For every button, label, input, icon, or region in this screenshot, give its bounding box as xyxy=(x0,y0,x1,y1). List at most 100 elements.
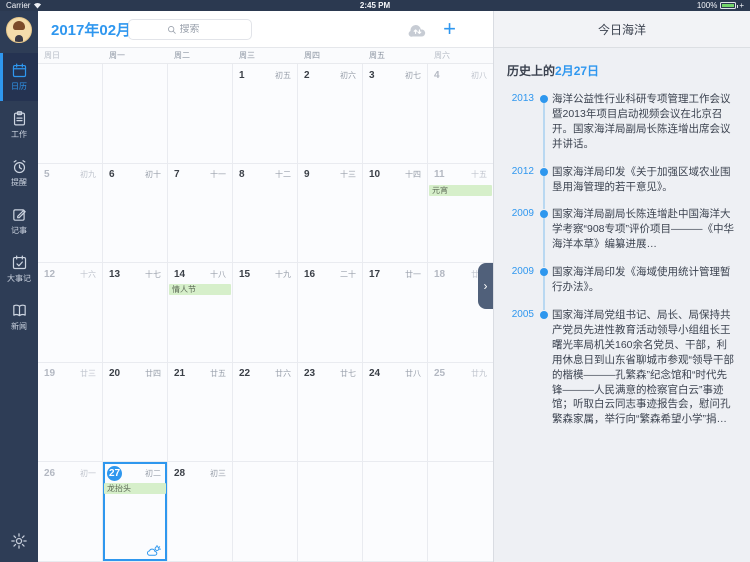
weekday-label: 周三 xyxy=(239,51,255,60)
sidebar-item-3[interactable]: 提醒 xyxy=(0,149,38,197)
calendar-cell[interactable]: 17 廿一 xyxy=(363,263,428,363)
timeline-dot-icon xyxy=(540,310,548,319)
cell-top: 28 初三 xyxy=(168,465,232,481)
alarm-icon xyxy=(11,158,28,175)
calendar-cell[interactable]: 13 十七 xyxy=(103,263,168,363)
weekday-label: 周二 xyxy=(174,51,190,60)
calendar-cell[interactable]: 11 十五 元宵 xyxy=(428,163,493,264)
calendar-cell[interactable] xyxy=(298,462,363,562)
cell-top: 21 廿五 xyxy=(168,366,232,382)
calendar-cell[interactable]: 2 初六 xyxy=(298,64,363,164)
calendar-cell[interactable]: 4 初八 xyxy=(428,64,493,164)
cell-top xyxy=(103,67,167,83)
panel-toggle-handle[interactable]: › xyxy=(478,263,493,309)
calendar-cell[interactable] xyxy=(363,462,428,562)
calendar-cell[interactable]: 14 十八 情人节 xyxy=(168,263,233,363)
cell-day-number: 6 xyxy=(109,169,115,181)
calendar-cell[interactable]: 3 初七 xyxy=(363,64,428,164)
add-event-button[interactable]: + xyxy=(443,18,456,40)
panel-body: 历史上的2月27日 2013 海洋公益性行业科研专项管理工作会议暨2013年项目… xyxy=(494,48,750,452)
event-pill[interactable]: 情人节 xyxy=(169,284,231,296)
history-event[interactable]: 2013 海洋公益性行业科研专项管理工作会议暨2013年项目启动视频会议在北京召… xyxy=(507,92,737,167)
cell-top: 5 初九 xyxy=(38,167,102,183)
history-event-year: 2005 xyxy=(511,308,534,320)
cell-day-number: 24 xyxy=(369,368,381,380)
search-box[interactable] xyxy=(128,19,252,40)
cell-lunar-label: 廿八 xyxy=(405,369,421,379)
calendar-cell[interactable]: 12 十六 xyxy=(38,263,103,363)
history-event-text: 国家海洋局印发《关于加强区域农业围垦用海管理的若干意见》。 xyxy=(552,165,731,193)
calendar-cell[interactable]: 9 十三 xyxy=(298,163,363,264)
status-time: 2:45 PM xyxy=(359,1,391,10)
calendar-cell[interactable] xyxy=(428,462,493,562)
timeline-dot-icon xyxy=(540,210,548,219)
cell-lunar-label: 廿九 xyxy=(471,369,487,379)
cell-day-number: 22 xyxy=(239,368,251,380)
calendar-cell[interactable]: 5 初九 xyxy=(38,163,103,264)
cell-top: 27 初二 xyxy=(103,465,167,481)
calendar-cell[interactable]: 25 廿九 xyxy=(428,362,493,463)
sidebar-item-1[interactable]: 日历 xyxy=(0,53,38,101)
calendar-cell[interactable]: 6 初十 xyxy=(103,163,168,264)
cell-top xyxy=(363,465,427,481)
sidebar-item-5[interactable]: 大事记 xyxy=(0,245,38,293)
calendar-cell[interactable]: 1 初五 xyxy=(233,64,298,164)
calendar-cell[interactable]: 28 初三 xyxy=(168,462,233,562)
cell-day-number: 1 xyxy=(239,69,245,81)
calendar-cell[interactable]: 8 十二 xyxy=(233,163,298,264)
calendar-cell[interactable]: 20 廿四 xyxy=(103,362,168,463)
cell-top xyxy=(298,465,362,481)
gear-icon[interactable] xyxy=(10,532,28,550)
event-pill[interactable]: 龙抬头 xyxy=(104,483,166,495)
sidebar-nav: 日历 工作 提醒 记事 大事记 新闻 xyxy=(0,53,38,341)
history-event[interactable]: 2009 国家海洋局印发《海域使用统计管理暂行办法》。 xyxy=(507,265,737,310)
weekday-label: 周六 xyxy=(434,51,450,60)
calendar-cell[interactable]: 23 廿七 xyxy=(298,362,363,463)
cell-top xyxy=(428,465,493,481)
cell-day-number: 12 xyxy=(44,268,56,280)
calendar-cell[interactable]: 7 十一 xyxy=(168,163,233,264)
cell-top: 19 廿三 xyxy=(38,366,102,382)
cell-top: 8 十二 xyxy=(233,167,297,183)
app-screen: Carrier 2:45 PM 100% + 日历 工作 提醒 记事 大事记 新… xyxy=(0,0,750,562)
calendar-cell[interactable]: 24 廿八 xyxy=(363,362,428,463)
cell-day-number: 11 xyxy=(434,169,445,181)
calendar-cell[interactable] xyxy=(38,64,103,164)
cell-day-number: 16 xyxy=(304,268,316,280)
search-icon xyxy=(167,25,176,34)
calendar-cell[interactable] xyxy=(103,64,168,164)
search-input[interactable] xyxy=(179,24,214,35)
cell-day-number: 10 xyxy=(369,169,381,181)
weekday-label: 周四 xyxy=(304,51,320,60)
calendar-cell[interactable]: 27 初二 龙抬头 xyxy=(103,462,168,562)
calendar-cell[interactable]: 19 廿三 xyxy=(38,362,103,463)
cell-top: 14 十八 xyxy=(168,266,232,282)
history-event[interactable]: 2005 国家海洋局党组书记、局长、局保持共产党员先进性教育活动领导小组组长王曙… xyxy=(507,308,737,427)
history-event[interactable]: 2012 国家海洋局印发《关于加强区域农业围垦用海管理的若干意见》。 xyxy=(507,165,737,210)
calendar-cell[interactable] xyxy=(233,462,298,562)
calendar-cell[interactable]: 16 二十 xyxy=(298,263,363,363)
cell-lunar-label: 十九 xyxy=(275,269,291,279)
history-event-year: 2009 xyxy=(511,208,534,220)
calendar-cell[interactable]: 21 廿五 xyxy=(168,362,233,463)
calendar-cell[interactable]: 26 初一 xyxy=(38,462,103,562)
calendar-cell[interactable]: 10 十四 xyxy=(363,163,428,264)
history-event[interactable]: 2009 国家海洋局副局长陈连增赴中国海洋大学考察“908专项”评价项目———《… xyxy=(507,207,737,267)
cell-lunar-label: 十七 xyxy=(145,269,161,279)
cell-top: 10 十四 xyxy=(363,167,427,183)
cell-lunar-label: 初九 xyxy=(80,170,96,180)
calendar-cell[interactable]: 22 廿六 xyxy=(233,362,298,463)
event-pill[interactable]: 元宵 xyxy=(429,184,492,196)
cell-day-number: 20 xyxy=(109,368,121,380)
sidebar-item-6[interactable]: 新闻 xyxy=(0,293,38,341)
avatar[interactable] xyxy=(6,17,32,43)
timeline-dot-icon xyxy=(540,95,548,103)
cell-top: 4 初八 xyxy=(428,67,493,83)
cell-top: 2 初六 xyxy=(298,67,362,83)
sidebar-item-4[interactable]: 记事 xyxy=(0,197,38,245)
cell-lunar-label: 廿一 xyxy=(405,269,421,279)
sidebar-item-2[interactable]: 工作 xyxy=(0,101,38,149)
calendar-cell[interactable] xyxy=(168,64,233,164)
cloud-sync-icon[interactable] xyxy=(407,22,428,37)
calendar-cell[interactable]: 15 十九 xyxy=(233,263,298,363)
